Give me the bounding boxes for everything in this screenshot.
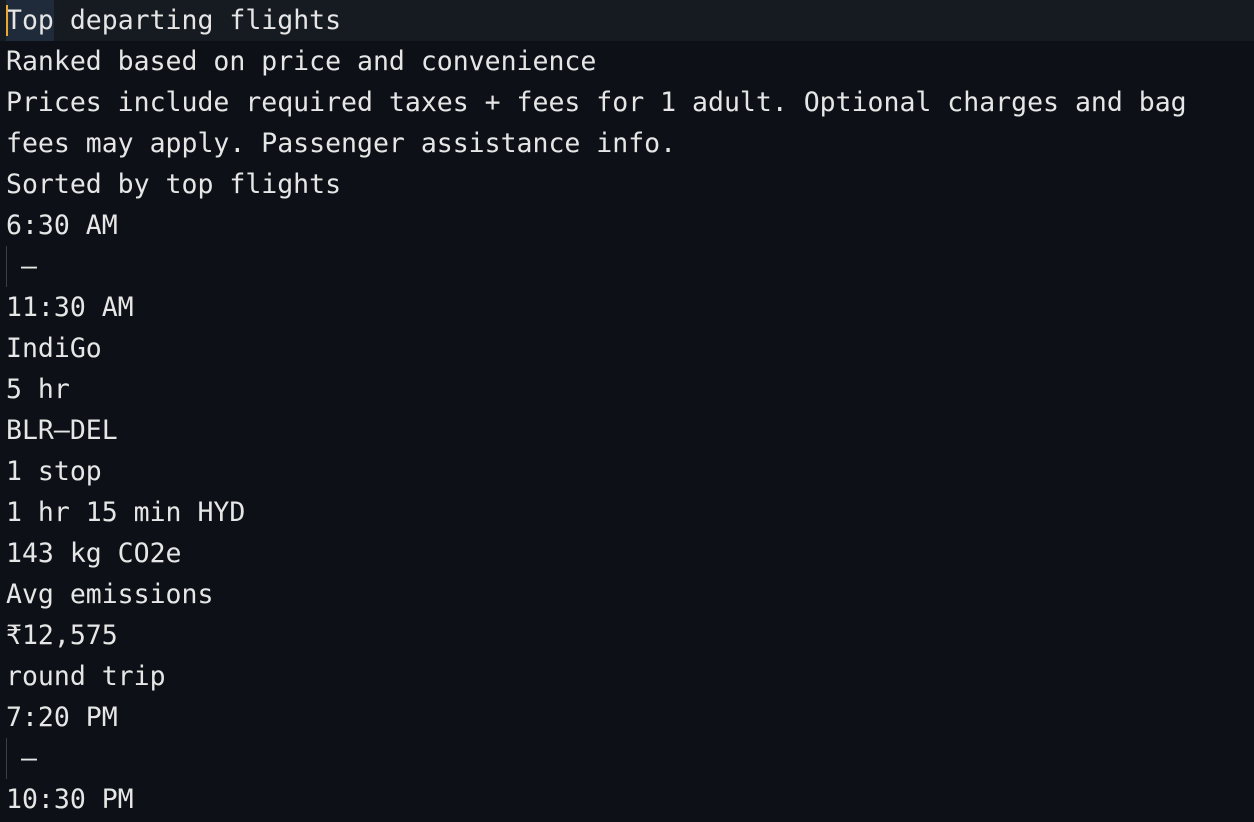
indent-guide — [6, 738, 7, 779]
line-text: BLR–DEL — [6, 415, 118, 446]
line-text: 5 hr — [6, 374, 70, 405]
line-text: 1 hr 15 min HYD — [6, 497, 246, 528]
text-editor[interactable]: Top departing flights Ranked based on pr… — [0, 0, 1254, 822]
editor-line[interactable]: 10:30 PM — [0, 779, 1254, 820]
line-text: 6:30 AM — [6, 210, 118, 241]
editor-line[interactable]: round trip — [0, 656, 1254, 697]
selected-word: Top — [6, 0, 54, 41]
editor-line-current[interactable]: Top departing flights — [0, 0, 1254, 41]
editor-line[interactable]: 143 kg CO2e — [0, 533, 1254, 574]
indent-guide — [6, 246, 7, 287]
editor-line-indented[interactable]: – — [0, 738, 1254, 779]
line-text: ₹12,575 — [6, 620, 118, 651]
editor-line[interactable]: 1 stop — [0, 451, 1254, 492]
line-text: – — [21, 251, 37, 282]
editor-line[interactable]: 1 hr 15 min HYD — [0, 492, 1254, 533]
line-text: IndiGo — [6, 333, 102, 364]
editor-line[interactable]: 7:20 PM — [0, 697, 1254, 738]
editor-line[interactable]: fees may apply. Passenger assistance inf… — [0, 123, 1254, 164]
editor-line[interactable]: ₹12,575 — [0, 615, 1254, 656]
line-text: round trip — [6, 661, 166, 692]
line-text: Sorted by top flights — [6, 169, 342, 200]
line-text: Avg emissions — [6, 579, 214, 610]
line-text: 11:30 AM — [6, 292, 134, 323]
editor-line[interactable]: Sorted by top flights — [0, 164, 1254, 205]
editor-line[interactable]: IndiGo — [0, 328, 1254, 369]
editor-line[interactable]: 5 hr — [0, 369, 1254, 410]
line-text: departing flights — [53, 5, 342, 36]
text-cursor — [6, 5, 8, 36]
editor-line[interactable]: Ranked based on price and convenience — [0, 41, 1254, 82]
line-text: 143 kg CO2e — [6, 538, 182, 569]
line-text: – — [21, 743, 37, 774]
line-text: Prices include required taxes + fees for… — [6, 87, 1187, 118]
line-text: Ranked based on price and convenience — [6, 46, 597, 77]
editor-line[interactable]: BLR–DEL — [0, 410, 1254, 451]
editor-line-indented[interactable]: – — [0, 246, 1254, 287]
editor-line[interactable]: Avg emissions — [0, 574, 1254, 615]
line-text: 10:30 PM — [6, 784, 134, 815]
editor-line[interactable]: Prices include required taxes + fees for… — [0, 82, 1254, 123]
editor-line[interactable]: 11:30 AM — [0, 287, 1254, 328]
line-text: fees may apply. Passenger assistance inf… — [6, 128, 677, 159]
line-text: 7:20 PM — [6, 702, 118, 733]
line-text: 1 stop — [6, 456, 102, 487]
editor-line[interactable]: 6:30 AM — [0, 205, 1254, 246]
